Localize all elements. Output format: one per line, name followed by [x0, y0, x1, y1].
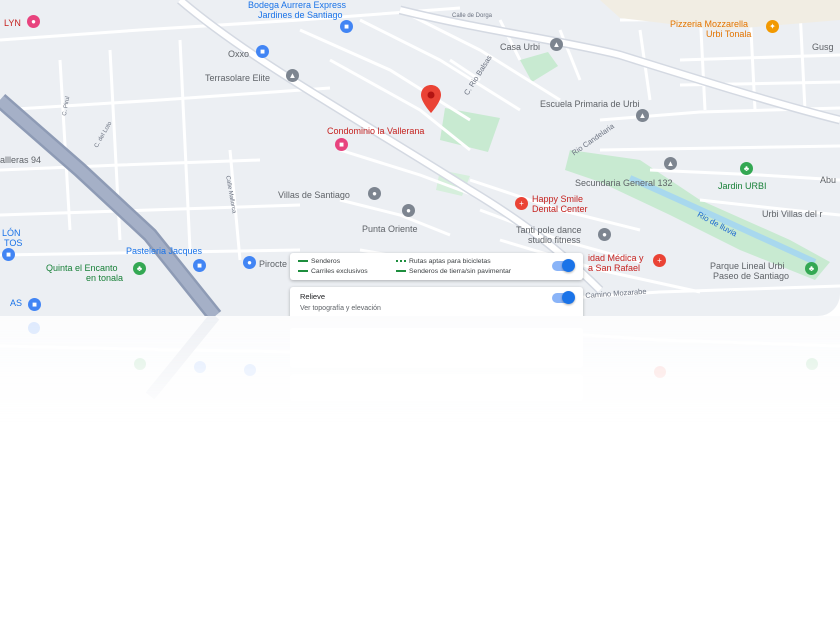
solid-green-line-icon [298, 260, 308, 263]
place-label[interactable]: Secundaria General 132 [575, 178, 673, 188]
place-label[interactable]: Pizzeria Mozzarella [670, 19, 748, 29]
place-label[interactable]: Jardines de Santiago [258, 10, 343, 20]
place-label[interactable]: idad Médica y [588, 253, 644, 263]
shopping-pin-icon[interactable]: ● [27, 15, 40, 28]
bicycle-legend-panel: Senderos Carriles exclusivos Rutas aptas… [290, 253, 583, 280]
legend-item-trails: Senderos [298, 258, 340, 266]
dotted-green-line-icon [396, 260, 406, 263]
restaurant-pin-icon[interactable]: ✦ [766, 20, 779, 33]
place-label[interactable]: a San Rafael [588, 263, 640, 273]
place-label[interactable]: Pasteleria Jacques [126, 246, 202, 256]
store-pin-icon[interactable]: ■ [2, 248, 15, 261]
place-label[interactable]: Escuela Primaria de Urbi [540, 99, 640, 109]
place-label[interactable]: Dental Center [532, 204, 588, 214]
place-label[interactable]: Abu [820, 175, 836, 185]
road-label: Calle de Dorga [452, 13, 493, 19]
place-label[interactable]: en tonala [86, 273, 123, 283]
park-pin-icon[interactable]: ♣ [133, 262, 146, 275]
terrain-layer-panel: Relieve Ver topografía y elevación [290, 287, 583, 316]
terrain-layer-toggle[interactable] [552, 291, 575, 304]
park-pin-icon[interactable]: ♣ [740, 162, 753, 175]
legend-label: Senderos [311, 258, 341, 265]
place-label[interactable]: Paseo de Santiago [713, 271, 789, 281]
place-label[interactable]: Gusg [812, 42, 834, 52]
toggle-knob [562, 291, 575, 304]
place-label[interactable]: Terrasolare Elite [205, 73, 270, 83]
solid-green-line-icon [298, 270, 308, 273]
map-reflection [0, 316, 840, 426]
reflection-shapes [0, 316, 840, 426]
legend-item-dirt-trails: Senderos de tierra/sin pavimentar [396, 268, 511, 276]
store-pin-icon[interactable]: ■ [28, 298, 41, 311]
store-pin-icon[interactable]: ■ [340, 20, 353, 33]
fitness-pin-icon[interactable]: ● [598, 228, 611, 241]
place-label[interactable]: Bodega Aurrera Express [248, 0, 346, 10]
place-label[interactable]: LYN [4, 18, 21, 28]
place-label[interactable]: Urbi Tonala [706, 29, 751, 39]
place-label[interactable]: Casa Urbi [500, 42, 540, 52]
place-label[interactable]: LÓN [2, 228, 21, 238]
location-pin-icon[interactable]: ● [368, 187, 381, 200]
condo-pin-icon[interactable]: ■ [335, 138, 348, 151]
place-label[interactable]: Quinta el Encanto [46, 263, 118, 273]
place-label[interactable]: Villas de Santiago [278, 190, 350, 200]
place-label[interactable]: Parque Lineal Urbi [710, 261, 785, 271]
place-label[interactable]: allleras 94 [0, 155, 41, 165]
legend-label: Rutas aptas para bicicletas [409, 258, 491, 265]
place-label[interactable]: Jardin URBI [718, 181, 767, 191]
place-label[interactable]: Oxxo [228, 49, 249, 59]
place-label[interactable]: TOS [4, 238, 22, 248]
dental-pin-icon[interactable]: + [515, 197, 528, 210]
place-label[interactable]: Punta Oriente [362, 224, 418, 234]
location-pin-icon[interactable]: ● [402, 204, 415, 217]
school-pin-icon[interactable]: ▲ [636, 109, 649, 122]
bicycle-layer-toggle[interactable] [552, 259, 575, 272]
terrain-title: Relieve [300, 292, 326, 301]
park-area [440, 108, 500, 152]
building-pin-icon[interactable]: ▲ [286, 69, 299, 82]
park-pin-icon[interactable]: ♣ [805, 262, 818, 275]
place-label[interactable]: Tanti pole dance [516, 225, 582, 235]
place-label[interactable]: studio fitness [528, 235, 581, 245]
bakery-pin-icon[interactable]: ■ [193, 259, 206, 272]
dashed-green-line-icon [396, 270, 406, 273]
place-label[interactable]: Condominio la Vallerana [327, 126, 424, 136]
store-pin-icon[interactable]: ■ [256, 45, 269, 58]
legend-item-bike-routes: Rutas aptas para bicicletas [396, 258, 491, 266]
medical-pin-icon[interactable]: + [653, 254, 666, 267]
map-canvas[interactable]: ● ■ ■ ▲ ▲ ✦ ▲ ■ ● ● + ● ▲ ♣ ♣ ■ ● ♣ ■ ■ … [0, 0, 840, 316]
legend-label: Carriles exclusivos [311, 268, 368, 275]
map-screenshot: ● ■ ■ ▲ ▲ ✦ ▲ ■ ● ● + ● ▲ ♣ ♣ ■ ● ♣ ■ ■ … [0, 0, 840, 630]
place-label[interactable]: Urbi Villas del r [762, 209, 822, 219]
place-label[interactable]: Happy Smile [532, 194, 583, 204]
place-label[interactable]: AS [10, 298, 22, 308]
terrain-description: Ver topografía y elevación [300, 305, 381, 312]
place-label[interactable]: Pirocte [259, 259, 287, 269]
school-pin-icon[interactable]: ▲ [664, 157, 677, 170]
location-pin-icon[interactable]: ● [243, 256, 256, 269]
legend-item-lanes: Carriles exclusivos [298, 268, 368, 276]
selected-location-pin-icon[interactable] [421, 85, 441, 113]
toggle-knob [562, 259, 575, 272]
legend-label: Senderos de tierra/sin pavimentar [409, 268, 512, 275]
building-pin-icon[interactable]: ▲ [550, 38, 563, 51]
